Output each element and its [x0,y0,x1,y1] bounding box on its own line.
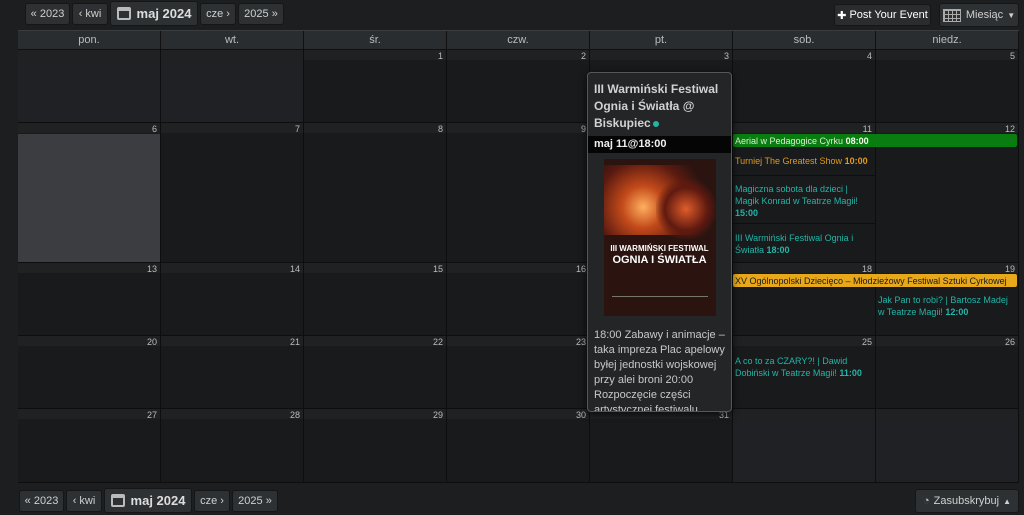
day-cell[interactable] [876,409,1019,483]
event-xv-festiwal[interactable]: XV Ogólnopolski Dziecięco – Młodzieżowy … [733,274,1017,287]
weekday-thu: czw. [447,31,590,49]
current-month-label: maj 2024 [136,6,192,21]
post-event-button[interactable]: ✚ Post Your Event [834,4,931,26]
event-poster-image: III WARMIŃSKI FESTIWAL OGNIA I ŚWIATŁA [603,159,716,316]
day-cell[interactable] [161,50,304,123]
day-cell[interactable]: 5 [876,50,1019,123]
view-label: Miesiąc [965,9,1004,21]
tooltip-time: maj 11@18:00 [588,136,731,153]
day-cell[interactable]: 31 [590,409,733,483]
weekday-sun: niedz. [876,31,1019,49]
next-month-button-bottom[interactable]: cze › [194,490,230,512]
tooltip-title: III Warmiński Festiwal Ognia i Światła @… [594,82,719,130]
prev-year-button-bottom[interactable]: « 2023 [19,490,64,512]
current-month-label: maj 2024 [130,493,186,508]
post-event-label: Post Your Event [849,9,928,21]
caret-up-icon: ▲ [1003,496,1011,506]
event-aerial[interactable]: Aerial w Pedagogice Cyrku 08:00 [733,134,1017,147]
calendar-icon [110,494,125,507]
event-a-co-to-za-czary[interactable]: A co to za CZARY?! | Dawid Dobiński w Te… [735,355,873,379]
day-cell[interactable]: 26 [876,336,1019,409]
day-cell[interactable]: 2 [447,50,590,123]
current-month-button[interactable]: maj 2024 [110,1,198,26]
day-cell[interactable]: 6 [18,123,161,263]
prev-year-button[interactable]: « 2023 [25,3,70,25]
day-cell[interactable] [18,50,161,123]
day-cell[interactable]: 23 [447,336,590,409]
calendar-icon [116,7,131,20]
event-jak-pan-to-robi[interactable]: Jak Pan to robi? | Bartosz Madej w Teatr… [878,294,1016,318]
day-cell[interactable]: 16 [447,263,590,336]
prev-month-button-bottom[interactable]: ‹ kwi [66,490,102,512]
subscribe-label: Zasubskrybuj [933,495,1000,507]
rss-icon: ◔ [923,495,930,507]
weekday-wed: śr. [304,31,447,49]
day-cell[interactable]: 9 [447,123,590,263]
event-festiwal-ognia[interactable]: III Warmiński Festiwal Ognia i Światła 1… [735,232,873,256]
calendar-grid: 1 2 3 4 5 6 7 8 9 10 11 12 13 14 15 16 1… [18,50,1019,483]
day-cell[interactable]: 30 [447,409,590,483]
day-cell[interactable]: 7 [161,123,304,263]
weekday-mon: pon. [18,31,161,49]
tooltip-description: 18:00 Zabawy i animacje – taka impreza P… [594,329,725,412]
day-cell[interactable]: 27 [18,409,161,483]
caret-down-icon: ▼ [1007,10,1016,20]
event-magiczna-sobota[interactable]: Magiczna sobota dla dzieci | Magik Konra… [735,183,873,219]
day-cell[interactable]: 28 [161,409,304,483]
day-cell[interactable]: 20 [18,336,161,409]
grid-icon [942,8,961,22]
weekday-tue: wt. [161,31,304,49]
weekday-fri: pt. [590,31,733,49]
day-cell[interactable]: 8 [304,123,447,263]
day-cell[interactable]: 4 [733,50,876,123]
weekday-sat: sob. [733,31,876,49]
next-year-button-bottom[interactable]: 2025 » [232,490,278,512]
day-cell[interactable]: 13 [18,263,161,336]
day-cell[interactable]: 29 [304,409,447,483]
weekday-header: pon. wt. śr. czw. pt. sob. niedz. [18,30,1019,50]
day-cell[interactable]: 1 [304,50,447,123]
day-cell[interactable]: 22 [304,336,447,409]
day-cell[interactable]: 15 [304,263,447,336]
status-dot-icon [652,120,659,127]
day-cell[interactable]: 21 [161,336,304,409]
current-month-button-bottom[interactable]: maj 2024 [104,488,192,513]
subscribe-button[interactable]: ◔ Zasubskrybuj ▲ [915,489,1019,513]
next-month-button[interactable]: cze › [200,3,236,25]
prev-month-button[interactable]: ‹ kwi [72,3,108,25]
event-tooltip: III Warmiński Festiwal Ognia i Światła @… [587,72,732,412]
day-cell[interactable] [733,409,876,483]
day-cell[interactable]: 14 [161,263,304,336]
view-select-button[interactable]: Miesiąc ▼ [939,3,1019,27]
plus-icon: ✚ [837,9,847,22]
next-year-button[interactable]: 2025 » [238,3,284,25]
event-turniej[interactable]: Turniej The Greatest Show 10:00 [735,155,873,167]
